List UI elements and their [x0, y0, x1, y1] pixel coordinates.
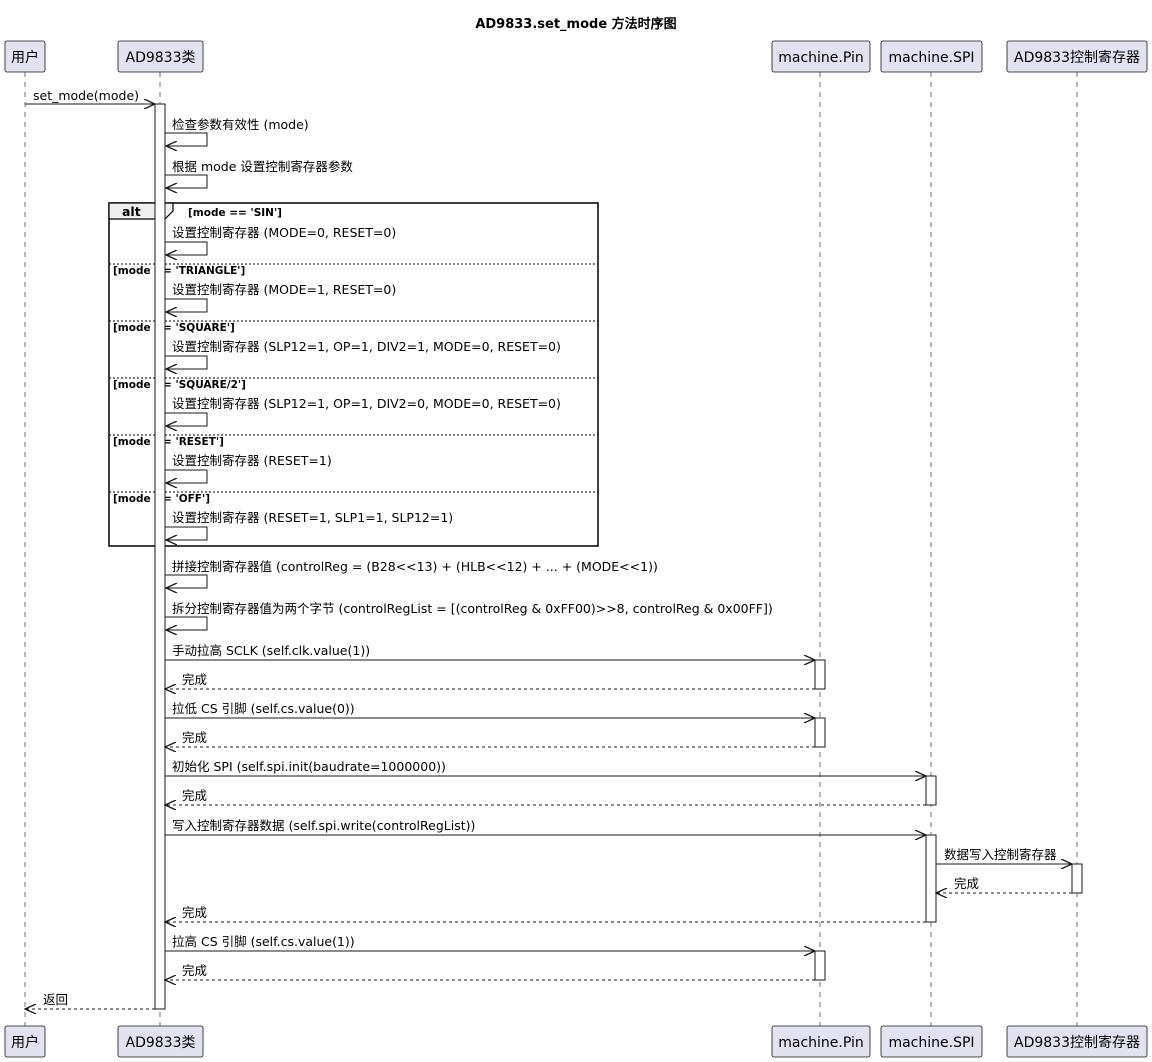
svg-text:AD9833控制寄存器: AD9833控制寄存器: [1014, 1034, 1140, 1051]
participant-user: 用户: [4, 40, 46, 73]
svg-text:完成: 完成: [182, 905, 207, 920]
svg-text:设置控制寄存器 (MODE=0, RESET=0): 设置控制寄存器 (MODE=0, RESET=0): [172, 225, 396, 240]
message-write-register: 数据写入控制寄存器: [936, 847, 1072, 864]
svg-text:设置控制寄存器 (RESET=1): 设置控制寄存器 (RESET=1): [172, 453, 332, 468]
alt-fragment: alt [mode == 'SIN'] [mode == 'TRIANGLE']…: [108, 202, 599, 547]
participant-ad9833: AD9833类: [117, 1025, 204, 1058]
alt-fragment-label: alt: [122, 204, 141, 219]
svg-text:完成: 完成: [182, 963, 207, 978]
svg-text:初始化 SPI (self.spi.init(baudrat: 初始化 SPI (self.spi.init(baudrate=1000000)…: [172, 759, 446, 774]
svg-text:设置控制寄存器 (SLP12=1, OP=1, DIV2=0: 设置控制寄存器 (SLP12=1, OP=1, DIV2=0, MODE=0, …: [172, 396, 561, 411]
svg-text:拉低 CS 引脚 (self.cs.value(0)): 拉低 CS 引脚 (self.cs.value(0)): [172, 701, 355, 716]
svg-text:完成: 完成: [182, 730, 207, 745]
svg-text:machine.SPI: machine.SPI: [888, 1035, 974, 1051]
message-spi-init: 初始化 SPI (self.spi.init(baudrate=1000000)…: [165, 759, 926, 776]
svg-text:手动拉高 SCLK (self.clk.value(1)): 手动拉高 SCLK (self.clk.value(1)): [172, 643, 370, 658]
message-set-mode: set_mode(mode): [25, 88, 155, 104]
svg-text:AD9833类: AD9833类: [126, 50, 196, 66]
message-combine-reg: 拼接控制寄存器值 (controlReg = (B28<<13) + (HLB<…: [165, 559, 658, 588]
message-return: 完成: [936, 876, 1072, 893]
alt-guard-sin: [mode == 'SIN']: [188, 207, 282, 219]
svg-text:set_mode(mode): set_mode(mode): [33, 88, 139, 103]
svg-text:完成: 完成: [182, 788, 207, 803]
svg-text:拼接控制寄存器值 (controlReg = (B28<<1: 拼接控制寄存器值 (controlReg = (B28<<13) + (HLB<…: [172, 559, 658, 574]
alt-guard-triangle: [mode == 'TRIANGLE']: [113, 265, 245, 277]
participant-machine-pin: machine.Pin: [771, 1025, 871, 1058]
message-check-params: 检查参数有效性 (mode): [165, 117, 309, 146]
message-set-reg-sin: 设置控制寄存器 (MODE=0, RESET=0): [165, 225, 396, 255]
activation-pin: [814, 659, 826, 690]
message-sclk-high: 手动拉高 SCLK (self.clk.value(1)): [165, 643, 815, 660]
message-set-reg-reset: 设置控制寄存器 (RESET=1): [165, 453, 332, 483]
participant-ad9833: AD9833类: [117, 40, 204, 73]
message-return: 完成: [165, 905, 926, 922]
message-set-reg-square: 设置控制寄存器 (SLP12=1, OP=1, DIV2=1, MODE=0, …: [165, 339, 561, 369]
alt-guard-reset: [mode == 'RESET']: [113, 436, 224, 448]
activation-spi: [925, 834, 937, 923]
activation-spi: [925, 775, 937, 806]
activation-pin: [814, 950, 826, 981]
svg-text:数据写入控制寄存器: 数据写入控制寄存器: [944, 847, 1057, 862]
message-set-reg-square-half: 设置控制寄存器 (SLP12=1, OP=1, DIV2=0, MODE=0, …: [165, 396, 561, 426]
diagram-title: AD9833.set_mode 方法时序图: [475, 16, 676, 32]
svg-text:设置控制寄存器 (RESET=1, SLP1=1, SLP1: 设置控制寄存器 (RESET=1, SLP1=1, SLP12=1): [172, 510, 453, 525]
svg-text:设置控制寄存器 (MODE=1, RESET=0): 设置控制寄存器 (MODE=1, RESET=0): [172, 282, 396, 297]
message-return: 完成: [165, 730, 815, 747]
message-return: 完成: [165, 963, 815, 980]
svg-text:检查参数有效性 (mode): 检查参数有效性 (mode): [172, 117, 309, 132]
message-spi-write: 写入控制寄存器数据 (self.spi.write(controlRegList…: [165, 818, 926, 835]
svg-text:拉高 CS 引脚 (self.cs.value(1)): 拉高 CS 引脚 (self.cs.value(1)): [172, 934, 355, 949]
alt-guard-square-half: [mode == 'SQUARE/2']: [113, 379, 246, 391]
participant-control-register: AD9833控制寄存器: [1006, 40, 1148, 73]
message-set-reg-triangle: 设置控制寄存器 (MODE=1, RESET=0): [165, 282, 396, 312]
svg-text:AD9833类: AD9833类: [126, 1035, 196, 1051]
message-return: 完成: [165, 672, 815, 689]
message-cs-high: 拉高 CS 引脚 (self.cs.value(1)): [165, 934, 815, 951]
activation-pin: [814, 717, 826, 748]
message-split-reg: 拆分控制寄存器值为两个字节 (controlRegList = [(contro…: [165, 601, 773, 630]
activation-control-register: [1071, 863, 1083, 894]
svg-text:machine.Pin: machine.Pin: [778, 50, 864, 66]
participant-user: 用户: [4, 1025, 46, 1058]
svg-text:用户: 用户: [11, 49, 39, 66]
message-set-reg-params: 根据 mode 设置控制寄存器参数: [165, 159, 353, 188]
svg-text:用户: 用户: [11, 1034, 39, 1051]
svg-text:设置控制寄存器 (SLP12=1, OP=1, DIV2=1: 设置控制寄存器 (SLP12=1, OP=1, DIV2=1, MODE=0, …: [172, 339, 561, 354]
svg-text:AD9833控制寄存器: AD9833控制寄存器: [1014, 49, 1140, 66]
activation-ad9833: [154, 103, 166, 1010]
svg-text:machine.Pin: machine.Pin: [778, 1035, 864, 1051]
participant-control-register: AD9833控制寄存器: [1006, 1025, 1148, 1058]
svg-text:返回: 返回: [43, 992, 68, 1007]
message-return-to-user: 返回: [25, 992, 155, 1009]
svg-text:写入控制寄存器数据 (self.spi.write(cont: 写入控制寄存器数据 (self.spi.write(controlRegList…: [172, 818, 475, 833]
message-return: 完成: [165, 788, 926, 805]
participant-machine-pin: machine.Pin: [771, 40, 871, 73]
participant-machine-spi: machine.SPI: [880, 1025, 983, 1058]
svg-text:完成: 完成: [182, 672, 207, 687]
message-cs-low: 拉低 CS 引脚 (self.cs.value(0)): [165, 701, 815, 718]
svg-text:拆分控制寄存器值为两个字节 (controlRegList: 拆分控制寄存器值为两个字节 (controlRegList = [(contro…: [172, 601, 773, 616]
message-set-reg-off: 设置控制寄存器 (RESET=1, SLP1=1, SLP12=1): [165, 510, 453, 540]
alt-guard-square: [mode == 'SQUARE']: [113, 322, 235, 334]
participant-machine-spi: machine.SPI: [880, 40, 983, 73]
svg-text:machine.SPI: machine.SPI: [888, 50, 974, 66]
svg-text:完成: 完成: [954, 876, 979, 891]
sequence-diagram: AD9833.set_mode 方法时序图 alt [mode == 'SIN'…: [4, 16, 1148, 1058]
svg-text:根据 mode 设置控制寄存器参数: 根据 mode 设置控制寄存器参数: [172, 159, 353, 174]
